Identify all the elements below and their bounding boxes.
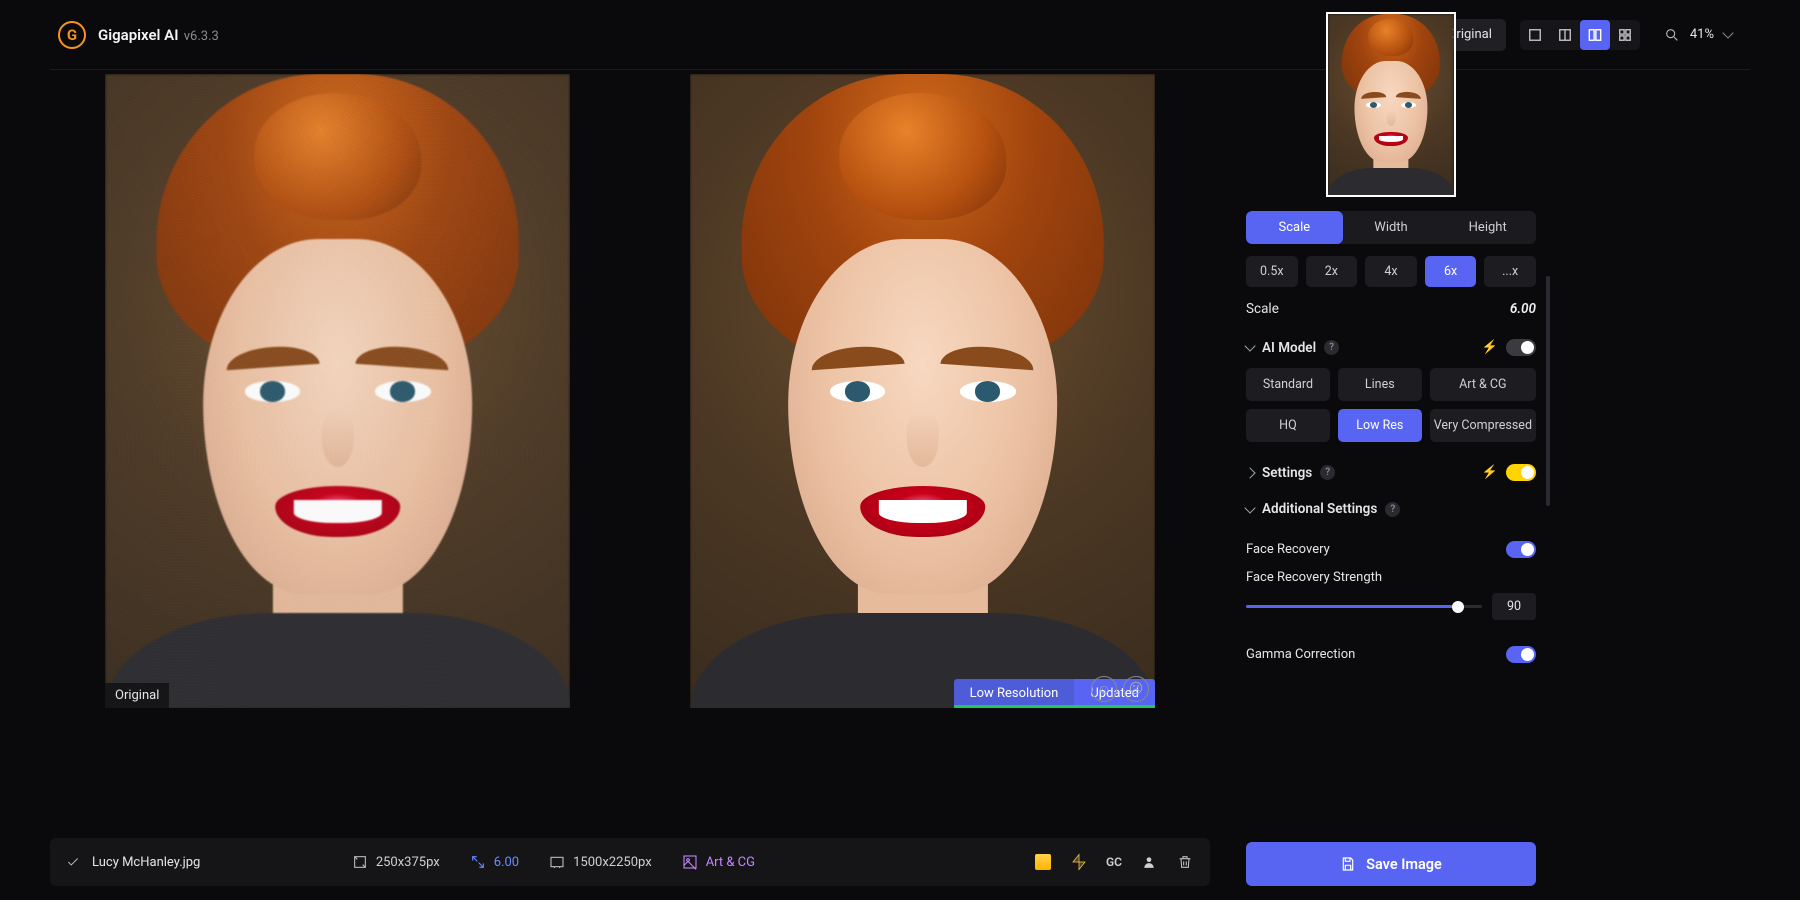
help-icon[interactable]: ? [1385,502,1400,517]
chevron-down-icon [1244,502,1255,513]
save-image-button[interactable]: Save Image [1246,842,1536,886]
swatch-icon [1035,854,1051,870]
model-hq[interactable]: HQ [1246,409,1330,442]
ai-model-auto-toggle[interactable] [1506,339,1536,356]
app-brand: G Gigapixel AI v6.3.3 [58,21,219,49]
face-button[interactable] [1140,853,1158,871]
delete-button[interactable] [1176,853,1194,871]
filename[interactable]: Lucy McHanley.jpg [92,855,200,870]
scale-05x[interactable]: 0.5x [1246,256,1298,287]
original-image-pane: Original [105,74,570,708]
face-strength-slider[interactable] [1246,605,1482,608]
scale-2x[interactable]: 2x [1306,256,1358,287]
scale-factor[interactable]: 6.00 [470,854,519,870]
model-very-compressed[interactable]: Very Compressed [1430,409,1536,442]
picture-icon [682,854,698,870]
compare-icon [1070,853,1088,871]
scale-custom[interactable]: ...x [1484,256,1536,287]
gamma-label: Gamma Correction [1246,647,1355,662]
ai-model-section-header[interactable]: AI Model ? ⚡ [1246,339,1536,356]
face-strength-value[interactable]: 90 [1492,593,1536,620]
model-lines[interactable]: Lines [1338,368,1422,401]
chevron-right-icon [1244,467,1255,478]
view-single-icon [1528,28,1542,42]
settings-auto-toggle[interactable] [1506,464,1536,481]
face-recovery-toggle[interactable] [1506,541,1536,558]
help-icon[interactable]: ? [1320,465,1335,480]
file-info-bar: Lucy McHanley.jpg 250x375px 6.00 1500x22… [50,838,1210,886]
scale-4x[interactable]: 4x [1365,256,1417,287]
view-side-by-side-icon [1588,28,1602,42]
original-label: Original [105,683,169,708]
updated-image-pane: Low Resolution Updated ☺ ☹ [690,74,1155,708]
zoom-control[interactable]: 41% [1654,23,1742,47]
compare-button[interactable] [1070,853,1088,871]
view-side-by-side-button[interactable] [1580,20,1610,50]
chevron-down-icon [1722,27,1733,38]
settings-section-header[interactable]: Settings ? ⚡ [1246,464,1536,481]
color-swatch-button[interactable] [1034,853,1052,871]
model-low-res[interactable]: Low Res [1338,409,1422,442]
source-dimensions: 250x375px [352,854,440,870]
additional-settings-section-header[interactable]: Additional Settings ? [1246,501,1536,517]
tab-width[interactable]: Width [1343,211,1440,244]
dimensions-icon [352,854,368,870]
person-icon [1142,855,1156,869]
settings-sidebar: Scale Width Height 0.5x 2x 4x 6x ...x Sc… [1246,70,1536,900]
check-icon [66,855,80,869]
scale-value: 6.00 [1510,301,1536,317]
magnifier-icon [1664,27,1680,43]
gamma-toggle[interactable] [1506,646,1536,663]
scale-label: Scale [1246,301,1279,317]
view-split-button[interactable] [1550,20,1580,50]
view-mode-group [1520,20,1640,50]
updated-model-chip: Low Resolution [954,679,1075,708]
sidebar-scrollbar[interactable] [1546,276,1550,506]
model-grid: Standard Lines Art & CG HQ Low Res Very … [1246,368,1536,442]
zoom-value: 41% [1690,27,1714,42]
bolt-icon: ⚡ [1482,340,1498,355]
model-art-cg[interactable]: Art & CG [1430,368,1536,401]
rate-happy-button[interactable]: ☺ [1091,676,1117,702]
trash-icon [1177,854,1193,870]
scale-6x[interactable]: 6x [1425,256,1477,287]
bolt-icon: ⚡ [1482,465,1498,480]
app-name: Gigapixel AI [98,26,179,44]
model-indicator[interactable]: Art & CG [682,854,755,870]
gc-label: GC [1106,855,1122,869]
rate-sad-button[interactable]: ☹ [1123,676,1149,702]
face-strength-label: Face Recovery Strength [1246,570,1536,585]
app-version: v6.3.3 [184,29,219,44]
navigator-thumbnail[interactable] [1326,12,1456,197]
output-dimensions: 1500x2250px [549,854,652,870]
model-standard[interactable]: Standard [1246,368,1330,401]
app-logo-icon: G [58,21,86,49]
chevron-down-icon [1244,340,1255,351]
expand-icon [470,854,486,870]
view-single-button[interactable] [1520,20,1550,50]
save-icon [1340,856,1356,872]
tab-height[interactable]: Height [1439,211,1536,244]
face-recovery-label: Face Recovery [1246,542,1330,557]
scale-preset-chips: 0.5x 2x 4x 6x ...x [1246,256,1536,287]
help-icon[interactable]: ? [1324,340,1339,355]
tab-scale[interactable]: Scale [1246,211,1343,244]
view-grid-icon [1618,28,1632,42]
comparison-canvas[interactable]: Original Low Resolu [50,70,1210,828]
view-grid-button[interactable] [1610,20,1640,50]
resize-mode-tabs: Scale Width Height [1246,211,1536,244]
output-icon [549,854,565,870]
view-split-icon [1558,28,1572,42]
